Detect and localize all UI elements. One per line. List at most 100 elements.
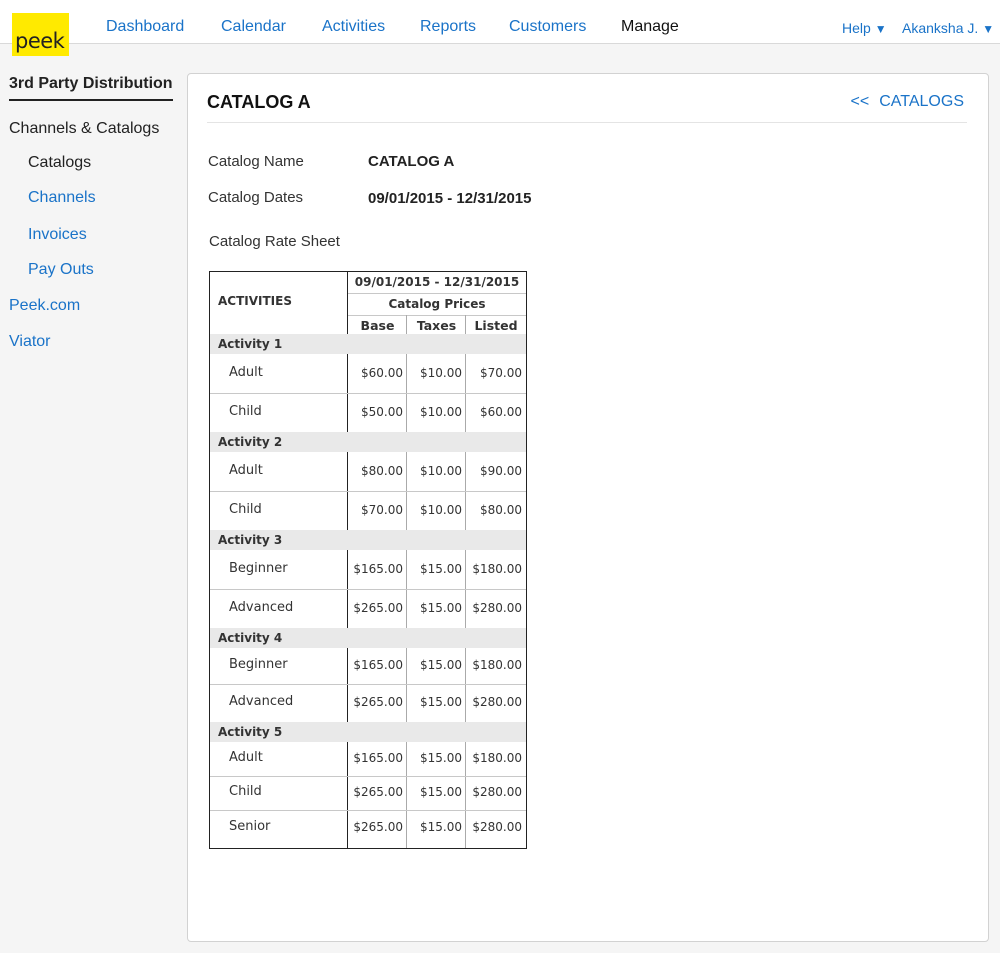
catalog-dates-label: Catalog Dates [208, 189, 304, 206]
base-price: $265.00 [353, 600, 403, 615]
sidebar-heading: 3rd Party Distribution [9, 75, 173, 92]
nav-dashboard[interactable]: Dashboard [106, 18, 184, 36]
column-header-listed: Listed [474, 318, 518, 333]
catalog-prices-header: Catalog Prices [388, 297, 486, 311]
catalog-name-label: Catalog Name [208, 153, 304, 170]
caret-down-icon: ▼ [982, 22, 995, 36]
catalog-rate-table: ACTIVITIES 09/01/2015 - 12/31/2015 Catalog… [209, 271, 527, 849]
back-link-label: CATALOGS [879, 93, 964, 110]
listed-price: $180.00 [472, 561, 522, 576]
nav-activities[interactable]: Activities [322, 18, 385, 36]
activity-row-label: Adult [229, 750, 263, 765]
sidebar-heading-underline [9, 99, 173, 101]
base-price: $70.00 [361, 502, 403, 517]
user-menu[interactable]: Akanksha J. ▼ [902, 20, 994, 36]
sidebar-item-channels-catalogs[interactable]: Channels & Catalogs [9, 120, 159, 138]
column-divider [465, 315, 466, 848]
page-title: CATALOG A [207, 92, 311, 112]
base-price: $265.00 [353, 820, 403, 834]
nav-customers[interactable]: Customers [509, 18, 586, 36]
row-divider [210, 776, 526, 777]
activity-group-name: Activity 5 [218, 725, 283, 739]
activity-row-label: Advanced [229, 694, 294, 709]
listed-price: $80.00 [480, 502, 522, 517]
logo-text: peek [15, 29, 65, 53]
row-divider [210, 393, 526, 394]
help-label: Help [842, 20, 871, 36]
nav-reports[interactable]: Reports [420, 18, 476, 36]
row-divider [210, 684, 526, 685]
sidebar-item-viator[interactable]: Viator [9, 333, 51, 351]
listed-price: $280.00 [472, 695, 522, 709]
header-divider [348, 315, 526, 316]
title-divider [207, 122, 967, 123]
tax-amount: $10.00 [420, 365, 462, 380]
base-price: $265.00 [353, 785, 403, 799]
nav-calendar[interactable]: Calendar [221, 18, 286, 36]
column-divider [406, 315, 407, 848]
catalog-name-value: CATALOG A [368, 153, 455, 170]
double-chevron-left-icon: << [850, 93, 870, 110]
listed-price: $180.00 [472, 751, 522, 765]
tax-amount: $15.00 [420, 561, 462, 576]
catalog-dates-value: 09/01/2015 - 12/31/2015 [368, 190, 532, 207]
row-divider [210, 589, 526, 590]
column-header-taxes: Taxes [416, 318, 457, 333]
activity-group-name: Activity 2 [218, 435, 283, 449]
sidebar: 3rd Party Distribution Channels & Catalo… [0, 44, 185, 953]
activity-row-label: Advanced [229, 599, 294, 615]
base-price: $265.00 [353, 695, 403, 709]
row-divider [210, 491, 526, 492]
base-price: $165.00 [353, 561, 403, 576]
listed-price: $280.00 [472, 820, 522, 834]
tax-amount: $10.00 [420, 404, 462, 419]
tax-amount: $15.00 [420, 658, 462, 672]
sidebar-item-pay-outs[interactable]: Pay Outs [28, 261, 94, 279]
sidebar-item-peek-com[interactable]: Peek.com [9, 297, 80, 315]
rate-sheet-label: Catalog Rate Sheet [209, 233, 340, 250]
sidebar-item-invoices[interactable]: Invoices [28, 226, 87, 244]
activity-group-name: Activity 1 [218, 337, 283, 351]
tax-amount: $10.00 [420, 463, 462, 478]
activity-row-label: Child [229, 784, 262, 799]
activity-row-label: Adult [229, 364, 263, 380]
tax-amount: $15.00 [420, 785, 462, 799]
listed-price: $90.00 [480, 463, 522, 478]
activities-header: ACTIVITIES [218, 294, 292, 308]
listed-price: $70.00 [480, 365, 522, 380]
base-price: $80.00 [361, 463, 403, 478]
base-price: $165.00 [353, 658, 403, 672]
tax-amount: $15.00 [420, 751, 462, 765]
sidebar-item-channels[interactable]: Channels [28, 189, 96, 207]
tax-amount: $10.00 [420, 502, 462, 517]
date-range-header: 09/01/2015 - 12/31/2015 [354, 275, 520, 289]
peek-logo[interactable]: peek [12, 13, 69, 56]
activity-row-label: Beginner [229, 657, 288, 672]
listed-price: $280.00 [472, 785, 522, 799]
catalog-detail-panel: CATALOG A << CATALOGS Catalog Name CATALO… [187, 73, 989, 942]
top-nav-bar: Dashboard Calendar Activities Reports Cu… [0, 0, 1000, 44]
activity-row-label: Child [229, 403, 262, 419]
listed-price: $180.00 [472, 658, 522, 672]
back-to-catalogs-link[interactable]: << CATALOGS [851, 93, 964, 111]
tax-amount: $15.00 [420, 695, 462, 709]
caret-down-icon: ▼ [874, 22, 887, 36]
help-menu[interactable]: Help ▼ [842, 20, 887, 36]
nav-manage[interactable]: Manage [621, 18, 679, 36]
base-price: $165.00 [353, 751, 403, 765]
tax-amount: $15.00 [420, 600, 462, 615]
activity-row-label: Adult [229, 462, 263, 478]
listed-price: $60.00 [480, 404, 522, 419]
user-label: Akanksha J. [902, 20, 979, 36]
tax-amount: $15.00 [420, 820, 462, 834]
sidebar-item-catalogs[interactable]: Catalogs [28, 154, 91, 172]
activity-row-label: Beginner [229, 560, 288, 576]
listed-price: $280.00 [472, 600, 522, 615]
column-header-base: Base [360, 318, 395, 333]
row-divider [210, 810, 526, 811]
activity-row-label: Child [229, 501, 262, 517]
header-divider [348, 293, 526, 294]
base-price: $60.00 [361, 365, 403, 380]
base-price: $50.00 [361, 404, 403, 419]
activity-group-name: Activity 4 [218, 631, 283, 645]
